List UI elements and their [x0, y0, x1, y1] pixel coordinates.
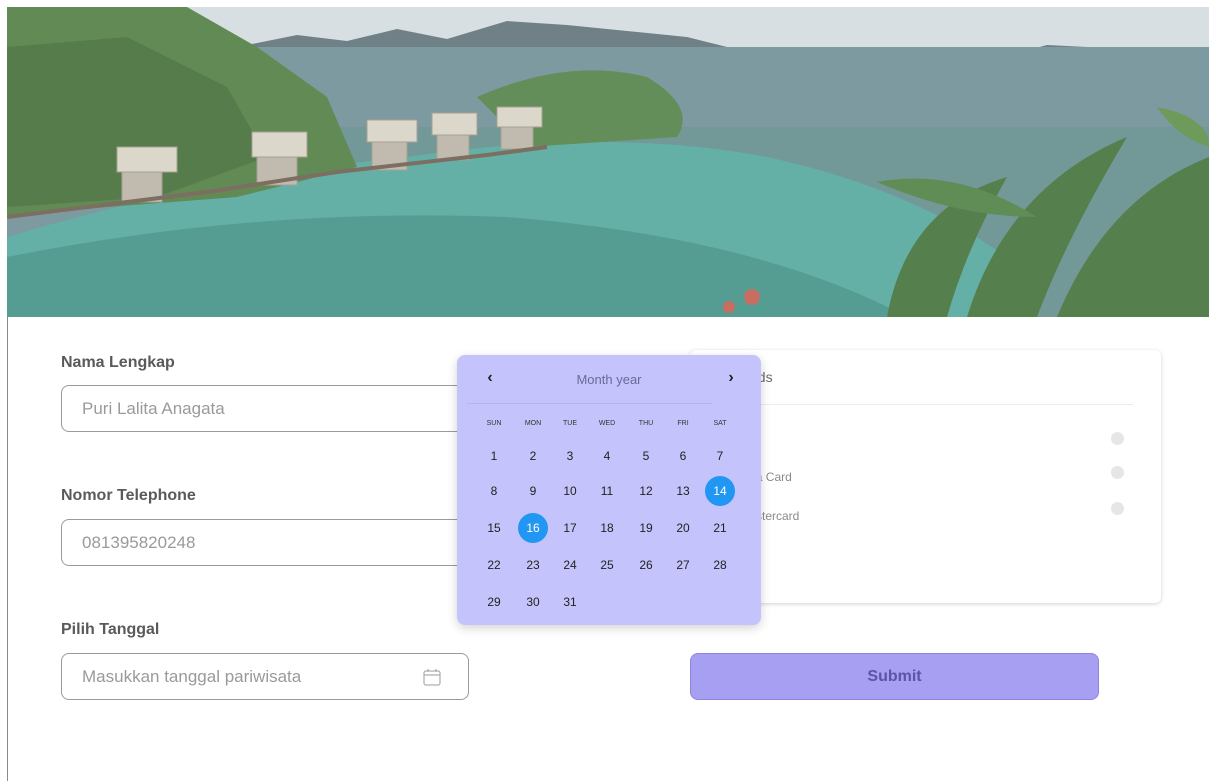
day-cell[interactable]: 4	[592, 441, 622, 471]
day-cell[interactable]: 15	[479, 513, 509, 543]
date-label: Pilih Tanggal	[61, 621, 160, 638]
name-label: Nama Lengkap	[61, 354, 175, 371]
date-picker: ‹ Month year › SUN MON TUE WED THU FRI SAT 123…	[457, 355, 761, 625]
day-cell[interactable]: 11	[592, 476, 622, 506]
day-grid: 1 2 3 4 5 6 7 8 9 10 11 12 13 14 15 16 17 18 19 20 21 22 23 24 2…	[457, 355, 761, 625]
day-cell[interactable]: 23	[518, 550, 548, 580]
divider	[710, 404, 1133, 405]
day-cell[interactable]: 2	[518, 441, 548, 471]
day-cell[interactable]: 1	[479, 441, 509, 471]
payment-radio[interactable]	[1111, 466, 1124, 479]
hero-overlay	[7, 7, 1209, 317]
day-selected[interactable]: 14	[705, 476, 735, 506]
day-cell[interactable]: 29	[479, 587, 509, 617]
date-field[interactable]: Masukkan tanggal pariwisata	[61, 653, 469, 700]
phone-label: Nomor Telephone	[61, 487, 196, 504]
day-cell[interactable]: 7	[705, 441, 735, 471]
day-cell[interactable]: 3	[555, 441, 585, 471]
day-selected[interactable]: 16	[518, 513, 548, 543]
day-cell[interactable]: 12	[631, 476, 661, 506]
day-cell[interactable]: 28	[705, 550, 735, 580]
hero-image	[7, 7, 1209, 317]
calendar-icon[interactable]	[422, 667, 442, 687]
day-cell[interactable]: 13	[668, 476, 698, 506]
day-cell[interactable]: 9	[518, 476, 548, 506]
day-cell[interactable]: 27	[668, 550, 698, 580]
day-cell[interactable]: 25	[592, 550, 622, 580]
name-field-value: Puri Lalita Anagata	[82, 398, 225, 418]
date-field-placeholder: Masukkan tanggal pariwisata	[82, 666, 302, 686]
phone-field[interactable]: 081395820248	[61, 519, 469, 566]
page-border	[7, 317, 8, 781]
day-cell[interactable]: 22	[479, 550, 509, 580]
day-cell[interactable]: 24	[555, 550, 585, 580]
day-cell[interactable]: 8	[479, 476, 509, 506]
day-cell[interactable]: 30	[518, 587, 548, 617]
name-field[interactable]: Puri Lalita Anagata	[61, 385, 469, 432]
day-cell[interactable]: 21	[705, 513, 735, 543]
day-cell[interactable]: 26	[631, 550, 661, 580]
day-cell[interactable]: 5	[631, 441, 661, 471]
phone-field-value: 081395820248	[82, 532, 196, 552]
day-cell[interactable]: 10	[555, 476, 585, 506]
day-cell[interactable]: 19	[631, 513, 661, 543]
day-cell[interactable]: 17	[555, 513, 585, 543]
day-cell[interactable]: 31	[555, 587, 585, 617]
day-cell[interactable]: 6	[668, 441, 698, 471]
submit-button[interactable]: Submit	[690, 653, 1099, 700]
day-cell[interactable]: 20	[668, 513, 698, 543]
payment-radio[interactable]	[1111, 432, 1124, 445]
payment-radio[interactable]	[1111, 502, 1124, 515]
day-cell[interactable]: 18	[592, 513, 622, 543]
